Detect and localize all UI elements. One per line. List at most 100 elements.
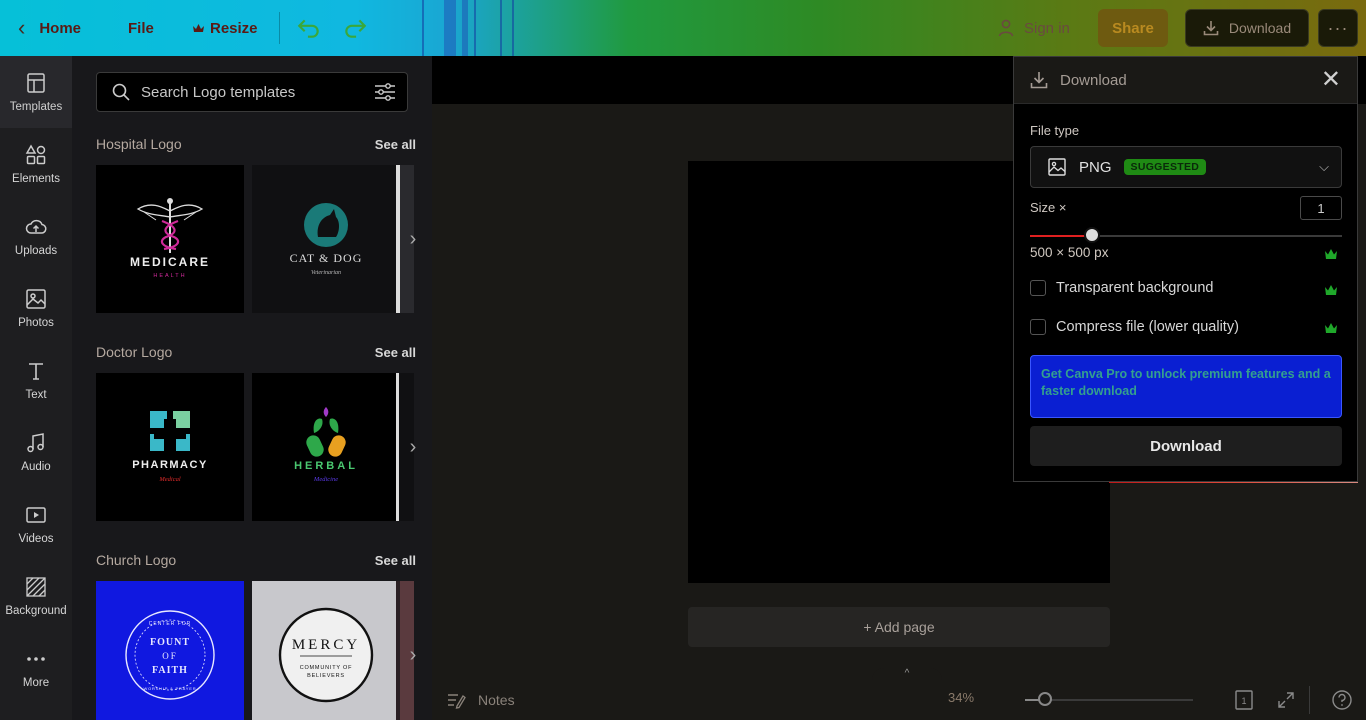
thumb-line2: Medical [158,476,180,483]
thumb-line3: FAITH [152,665,188,676]
download-panel-header: Download ✕ [1014,57,1357,104]
redo-icon[interactable] [342,15,368,41]
download-button-label: Download [1150,437,1222,455]
rail-label: Templates [9,101,63,113]
resize-button[interactable]: Resize [192,0,258,56]
rail-item-videos[interactable]: Videos [0,488,72,560]
search-placeholder: Search Logo templates [141,83,296,101]
template-thumb-mercy[interactable]: MERCY COMMUNITY OF BELIEVERS [252,581,400,720]
video-icon [26,507,46,523]
herbal-logo: HERBAL Medicine [294,407,358,483]
see-all-link[interactable]: See all [375,553,416,568]
pro-upgrade-banner[interactable]: Get Canva Pro to unlock premium features… [1030,355,1342,418]
zoom-percentage[interactable]: 34% [948,690,974,705]
more-dots-icon: ··· [1327,17,1349,38]
expand-icon [1278,692,1294,708]
download-icon [1030,72,1048,89]
template-thumb-pharmacy[interactable]: PHARMACY Medical [96,373,244,521]
home-button[interactable]: ‹ Home [18,0,81,56]
rail-item-photos[interactable]: Photos [0,272,72,344]
chevron-right-icon[interactable]: › [404,643,422,667]
background-icon [26,577,46,597]
template-thumb-cat-dog[interactable]: CAT & DOG Veterinarian [252,165,400,313]
notes-button[interactable]: Notes [446,688,515,712]
thumb-line2: OF [162,651,178,661]
elements-icon [25,144,46,165]
user-icon [998,19,1014,37]
undo-icon[interactable] [296,15,322,41]
topbar-stripe [462,0,468,56]
thumb-line2: Medicine [313,476,338,483]
size-slider[interactable] [1030,235,1342,237]
more-dots-icon [27,657,45,661]
template-thumb-herbal[interactable]: HERBAL Medicine [252,373,400,521]
chevron-down-icon: ⌵ [1319,159,1329,174]
chevron-right-icon[interactable]: › [404,435,422,459]
close-icon[interactable]: ✕ [1321,68,1341,92]
thumb-line2: Veterinarian [311,270,341,276]
template-thumb-medicare[interactable]: MEDICARE HEALTH [96,165,244,313]
topbar-download-label: Download [1228,20,1292,36]
filter-sliders-icon[interactable] [373,81,397,103]
crown-icon [193,24,204,32]
topbar-download-button[interactable]: Download [1185,9,1309,47]
top-bar: ‹ Home File Resize Sign in Share Downloa… [0,0,1366,56]
thumb-bottom: WORSHIP & PRAYER [144,686,197,691]
compress-file-checkbox[interactable] [1030,319,1046,335]
left-rail: Templates Elements Uploads Photos Text A… [0,56,72,720]
transparent-background-checkbox[interactable] [1030,280,1046,296]
file-menu-button[interactable]: File [128,0,154,56]
page-count: 1 [1241,696,1246,706]
canva-editor: ‹ Home File Resize Sign in Share Downloa… [0,0,1366,720]
size-multiplier-input[interactable]: 1 [1300,196,1342,220]
see-all-link[interactable]: See all [375,345,416,360]
thumb-line2: COMMUNITY OF [300,665,353,671]
rail-item-uploads[interactable]: Uploads [0,200,72,272]
sign-in-button[interactable]: Sign in [998,0,1070,56]
download-icon [1203,21,1219,36]
size-slider-handle[interactable] [1084,227,1101,243]
section-header-doctor: Doctor Logo See all [96,344,416,360]
rail-item-templates[interactable]: Templates [0,56,72,128]
search-input[interactable]: Search Logo templates [96,72,408,112]
template-thumb-fount-of-faith[interactable]: CENTER FOR FOUNT OF FAITH WORSHIP & PRAY… [96,581,244,720]
thumb-line2: HEALTH [153,273,186,279]
rail-label: More [22,677,50,689]
rail-item-more[interactable]: More [0,632,72,704]
rail-item-background[interactable]: Background [0,560,72,632]
search-icon [112,83,130,101]
thumb-line1: MEDICARE [130,255,210,269]
share-button[interactable]: Share [1098,9,1168,47]
topbar-stripe [422,0,424,56]
rail-item-audio[interactable]: Audio [0,416,72,488]
chevron-right-icon[interactable]: › [404,227,422,251]
add-page-button[interactable]: + Add page [688,607,1110,647]
fullscreen-button[interactable] [1274,688,1298,712]
upload-cloud-icon [25,219,47,234]
rail-item-text[interactable]: Text [0,344,72,416]
add-page-label: + Add page [863,619,935,635]
thumb-line1: HERBAL [294,460,358,472]
page-count-button[interactable]: 1 [1232,688,1256,712]
transparent-background-option[interactable]: Transparent background [1030,280,1213,296]
rail-label: Photos [18,317,54,329]
compress-file-option[interactable]: Compress file (lower quality) [1030,319,1239,335]
size-value: 1 [1317,200,1325,216]
more-options-button[interactable]: ··· [1318,9,1358,47]
download-button[interactable]: Download [1030,426,1342,466]
section-title: Doctor Logo [96,344,173,360]
rail-item-elements[interactable]: Elements [0,128,72,200]
file-type-label: File type [1030,123,1080,138]
transparent-background-label: Transparent background [1056,280,1214,296]
show-pages-toggle[interactable]: ^ [872,668,942,682]
download-panel-title: Download [1060,71,1127,89]
file-type-select[interactable]: PNG SUGGESTED ⌵ [1030,146,1342,188]
rail-label: Background [5,605,67,617]
topbar-stripe [500,0,502,56]
see-all-link[interactable]: See all [375,137,416,152]
chevron-left-icon: ‹ [18,15,26,40]
help-button[interactable] [1330,688,1354,712]
pro-upgrade-text: Get Canva Pro to unlock premium features… [1041,367,1331,398]
thumb-line1: CAT & DOG [290,251,363,265]
chevron-up-icon: ^ [904,668,910,679]
